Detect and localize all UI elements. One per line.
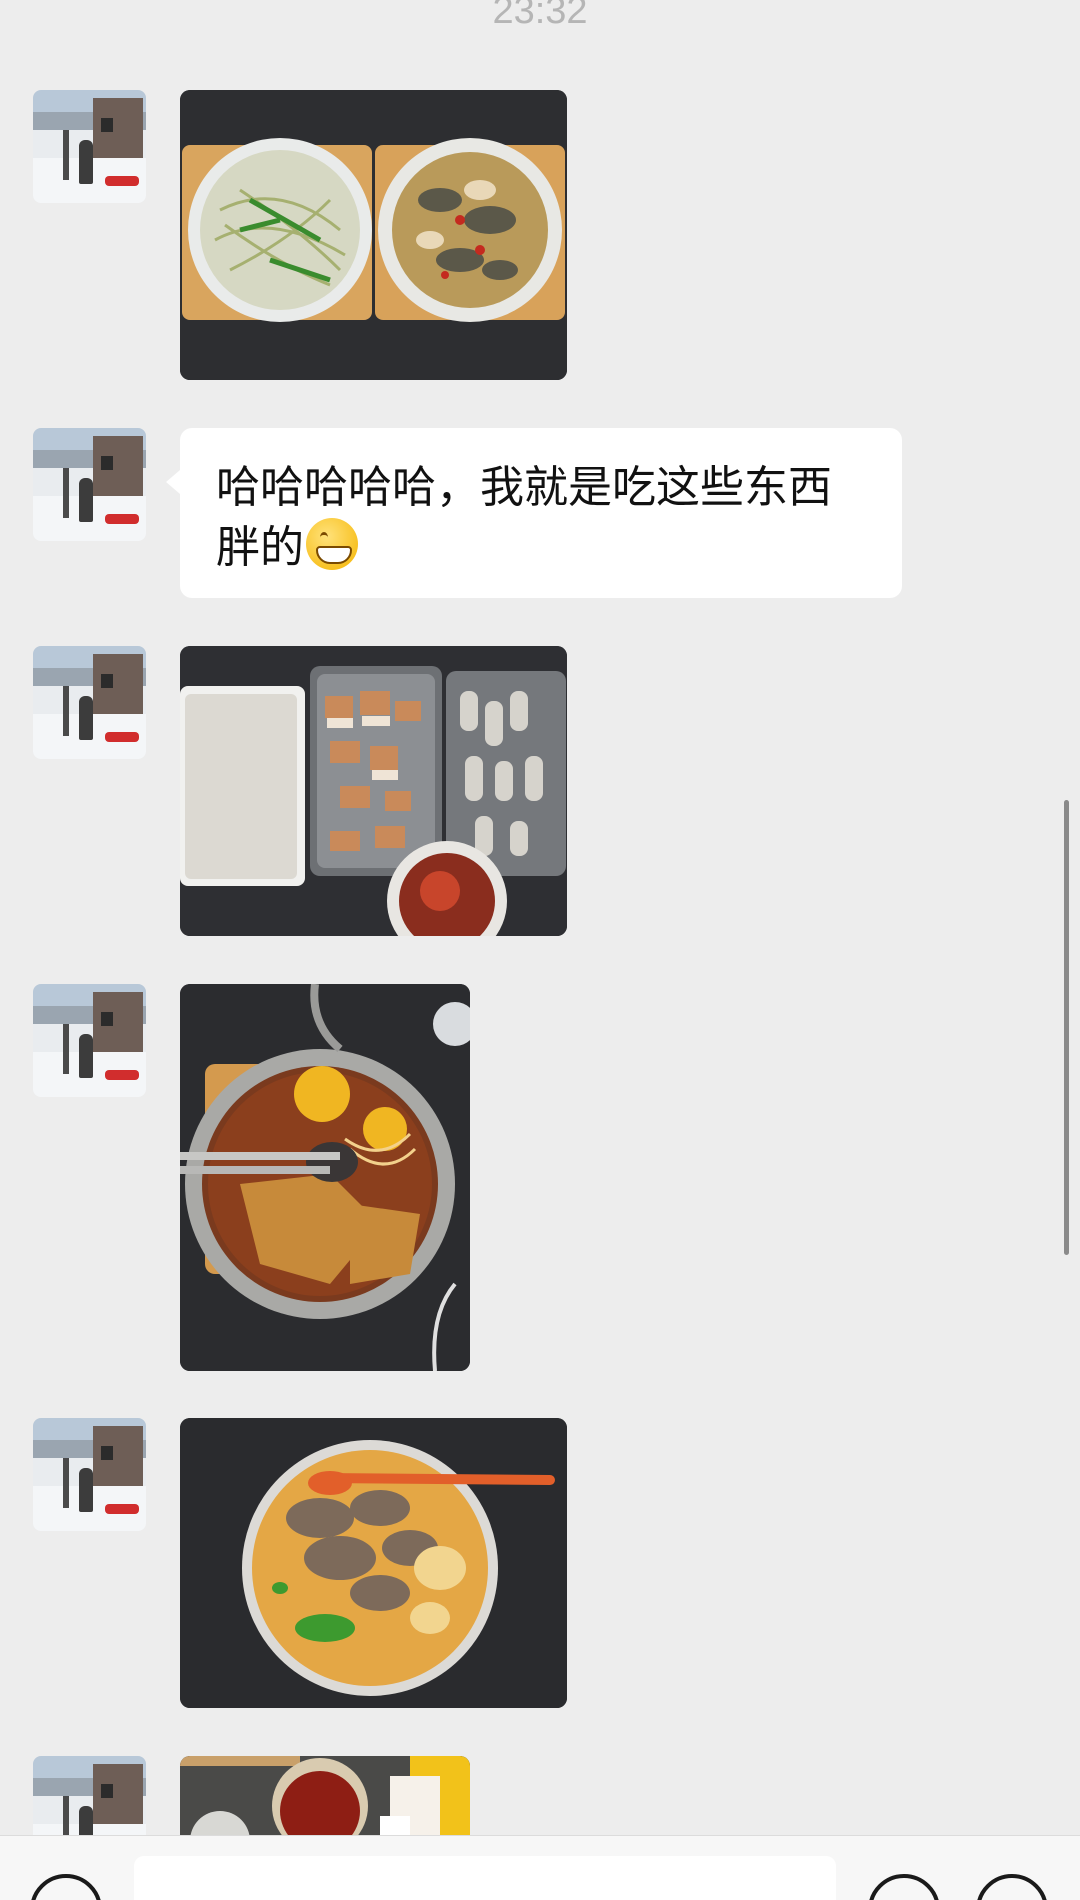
message-input-bar (0, 1835, 1080, 1900)
food-photo-hotpot (180, 984, 470, 1371)
chat-image-message[interactable] (180, 984, 470, 1371)
voice-icon[interactable] (30, 1874, 102, 1900)
contact-avatar[interactable] (33, 1756, 146, 1835)
contact-avatar[interactable] (33, 428, 146, 541)
plus-icon[interactable] (976, 1874, 1048, 1900)
contact-avatar[interactable] (33, 984, 146, 1097)
chat-text-message[interactable]: 哈哈哈哈哈，我就是吃这些东西胖的 (166, 428, 902, 598)
food-photo-takeaway-boxes (180, 646, 567, 936)
scrollbar[interactable] (1064, 800, 1069, 1255)
message-timestamp: 23:32 (492, 0, 588, 32)
food-photo-sprouts-fish (180, 90, 567, 380)
grinning-face-emoji-icon (306, 518, 358, 570)
chat-image-message[interactable] (180, 1756, 470, 1835)
contact-avatar[interactable] (33, 646, 146, 759)
chat-area[interactable]: 23:32 哈哈哈哈哈，我就是吃这些东西胖的 (0, 0, 1080, 1835)
chat-image-message[interactable] (180, 646, 567, 936)
message-input[interactable] (134, 1856, 836, 1900)
chat-image-message[interactable] (180, 90, 567, 380)
chat-image-message[interactable] (180, 1418, 567, 1708)
food-photo-curry-soup (180, 1418, 567, 1708)
contact-avatar[interactable] (33, 90, 146, 203)
emoji-icon[interactable] (868, 1874, 940, 1900)
contact-avatar[interactable] (33, 1418, 146, 1531)
food-photo-condiments (180, 1756, 470, 1835)
